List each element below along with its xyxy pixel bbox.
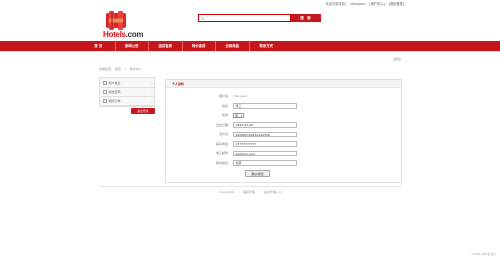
logo-text[interactable]: Hotels.com [103, 30, 143, 39]
welcome-text: 欢迎光临本站! [325, 2, 347, 6]
footer: Copyright 酒店管理 后台管理入口 [99, 190, 402, 194]
chevron-right-icon: › [151, 99, 153, 104]
id-card-label: 身份证: [218, 132, 229, 136]
top-links: 欢迎光临本站! zhangsan [用户中心] [退出登录] [323, 1, 404, 6]
field-row-gender: 性别: 男 ▾ [166, 111, 401, 119]
orders-icon [102, 99, 107, 103]
chevron-right-icon: › [151, 81, 153, 86]
field-row-id-card: 身份证: 420982199210142356 [166, 130, 401, 138]
breadcrumb: 当前位置: 首页 > 用户中心 [99, 67, 143, 71]
sidebar-item-label: 用户信息 [108, 81, 121, 85]
search-button[interactable]: 搜 索 [291, 14, 321, 22]
logout-top-link[interactable]: [退出登录] [389, 2, 404, 6]
nav-item-all-goods[interactable]: 全部商品 [216, 41, 250, 51]
nav-item-news[interactable]: 新闻公告 [116, 41, 149, 51]
nav-item-contact[interactable]: 联系方式 [250, 41, 284, 51]
search-input[interactable] [199, 15, 290, 21]
hotels-logo-icon[interactable] [106, 11, 126, 30]
nav-item-special-rooms[interactable]: 特价客房 [183, 41, 216, 51]
email-input[interactable]: aaa@qq.com [233, 150, 297, 156]
field-row-name: 姓名: 张三 [166, 102, 401, 110]
footer-divider [99, 186, 402, 187]
chevron-right-icon: › [151, 90, 153, 95]
birthdate-input[interactable]: 1992-03-09 [233, 122, 297, 128]
chevron-down-icon: ▾ [240, 114, 242, 118]
user-info-icon [102, 81, 107, 85]
footer-admin-link[interactable]: 后台管理入口 [264, 190, 282, 194]
search-icon [200, 16, 205, 21]
name-input[interactable]: 张三 [233, 103, 297, 109]
logo-text-suffix: .com [125, 30, 144, 39]
breadcrumb-separator: > [123, 67, 127, 71]
search-box [198, 14, 291, 22]
user-center-link[interactable]: [用户中心] [369, 2, 384, 6]
watermark: CSDN @毕业设计 [471, 252, 496, 256]
nav-divider [0, 51, 500, 52]
logo-text-main: Hotels [103, 30, 126, 39]
breadcrumb-home[interactable]: 首页 [115, 67, 121, 71]
gender-select[interactable]: 男 ▾ [233, 112, 244, 118]
name-label: 姓名: [221, 103, 229, 108]
username-label: 用户名: [218, 94, 229, 98]
sidebar-item-user-info[interactable]: 用户信息 › [101, 80, 155, 88]
id-card-input[interactable]: 420982199210142356 [233, 131, 297, 137]
sidebar-item-label: 我的订单 [108, 99, 121, 103]
field-row-birthdate: 出生日期: 1992-03-09 [166, 121, 401, 129]
sidebar-item-change-password[interactable]: 修改密码 › [101, 89, 155, 97]
field-row-address: 联系地址: 北京 [166, 159, 401, 167]
sidebar-item-label: 修改密码 [108, 90, 121, 94]
address-label: 联系地址: [215, 160, 229, 165]
main-nav: 首 页 新闻公告 酒店客房 特价客房 全部商品 联系方式 [0, 41, 500, 51]
footer-copyright: Copyright [219, 190, 234, 194]
username-value: zhangsan [233, 94, 248, 98]
gender-label: 性别: [221, 113, 229, 117]
field-row-email: 电子邮件: aaa@qq.com [166, 149, 401, 157]
gender-selected-value: 男 [235, 113, 239, 118]
sidebar: 用户信息 › 修改密码 › 我的订单 › [99, 77, 155, 107]
breadcrumb-current: 用户中心 [129, 67, 142, 71]
nav-item-home[interactable]: 首 页 [82, 41, 116, 51]
logout-link[interactable]: [退出] [393, 57, 401, 61]
sidebar-logout-button[interactable]: 退出登录 [131, 108, 155, 114]
email-label: 电子邮件: [215, 151, 229, 155]
sidebar-item-my-orders[interactable]: 我的订单 › [101, 98, 155, 106]
phone-input[interactable]: 13777777777 [233, 141, 297, 147]
phone-label: 联系电话: [215, 141, 229, 146]
footer-site-link[interactable]: 酒店管理 [243, 190, 255, 194]
address-input[interactable]: 北京 [233, 160, 297, 166]
field-row-username: 用户名: zhangsan [166, 92, 401, 100]
username-text: zhangsan [350, 2, 366, 6]
confirm-edit-button[interactable]: 确认修改 [245, 170, 270, 177]
breadcrumb-prefix: 当前位置: [99, 67, 113, 71]
birthdate-label: 出生日期: [215, 122, 229, 127]
password-icon [102, 90, 107, 94]
field-row-phone: 联系电话: 13777777777 [166, 140, 401, 148]
profile-panel: 个人资料 用户名: zhangsan 姓名: 张三 性别: 男 ▾ 出生日期: … [165, 79, 402, 183]
profile-panel-title: 个人资料 [166, 80, 401, 88]
nav-item-rooms[interactable]: 酒店客房 [149, 41, 183, 51]
